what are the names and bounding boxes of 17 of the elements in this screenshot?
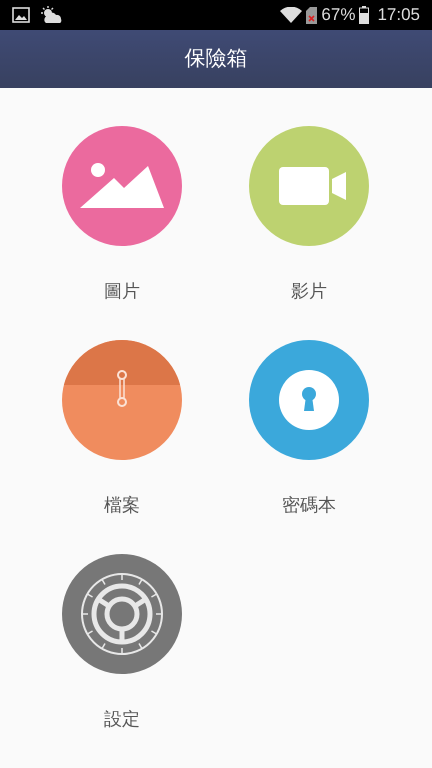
keyhole-icon xyxy=(249,340,369,460)
vault-category-button[interactable]: 檔案 xyxy=(57,340,187,516)
header-title: 保險箱 xyxy=(184,46,248,72)
image-notification-icon xyxy=(12,7,30,23)
vault-category-button[interactable]: 設定 xyxy=(57,554,187,730)
video-camera-icon xyxy=(249,126,369,246)
sim-card-icon xyxy=(306,6,318,24)
vault-category-button[interactable]: 密碼本 xyxy=(244,340,374,516)
photo-icon xyxy=(62,126,182,246)
wifi-icon xyxy=(280,7,302,23)
vault-category-button[interactable]: 圖片 xyxy=(57,126,187,302)
battery-icon xyxy=(359,6,370,24)
weather-icon xyxy=(40,6,64,24)
battery-percentage: 67% xyxy=(321,4,356,26)
vault-category-button[interactable]: 影片 xyxy=(244,126,374,302)
clock: 17:05 xyxy=(377,4,420,26)
safe-dial-icon xyxy=(62,554,182,674)
